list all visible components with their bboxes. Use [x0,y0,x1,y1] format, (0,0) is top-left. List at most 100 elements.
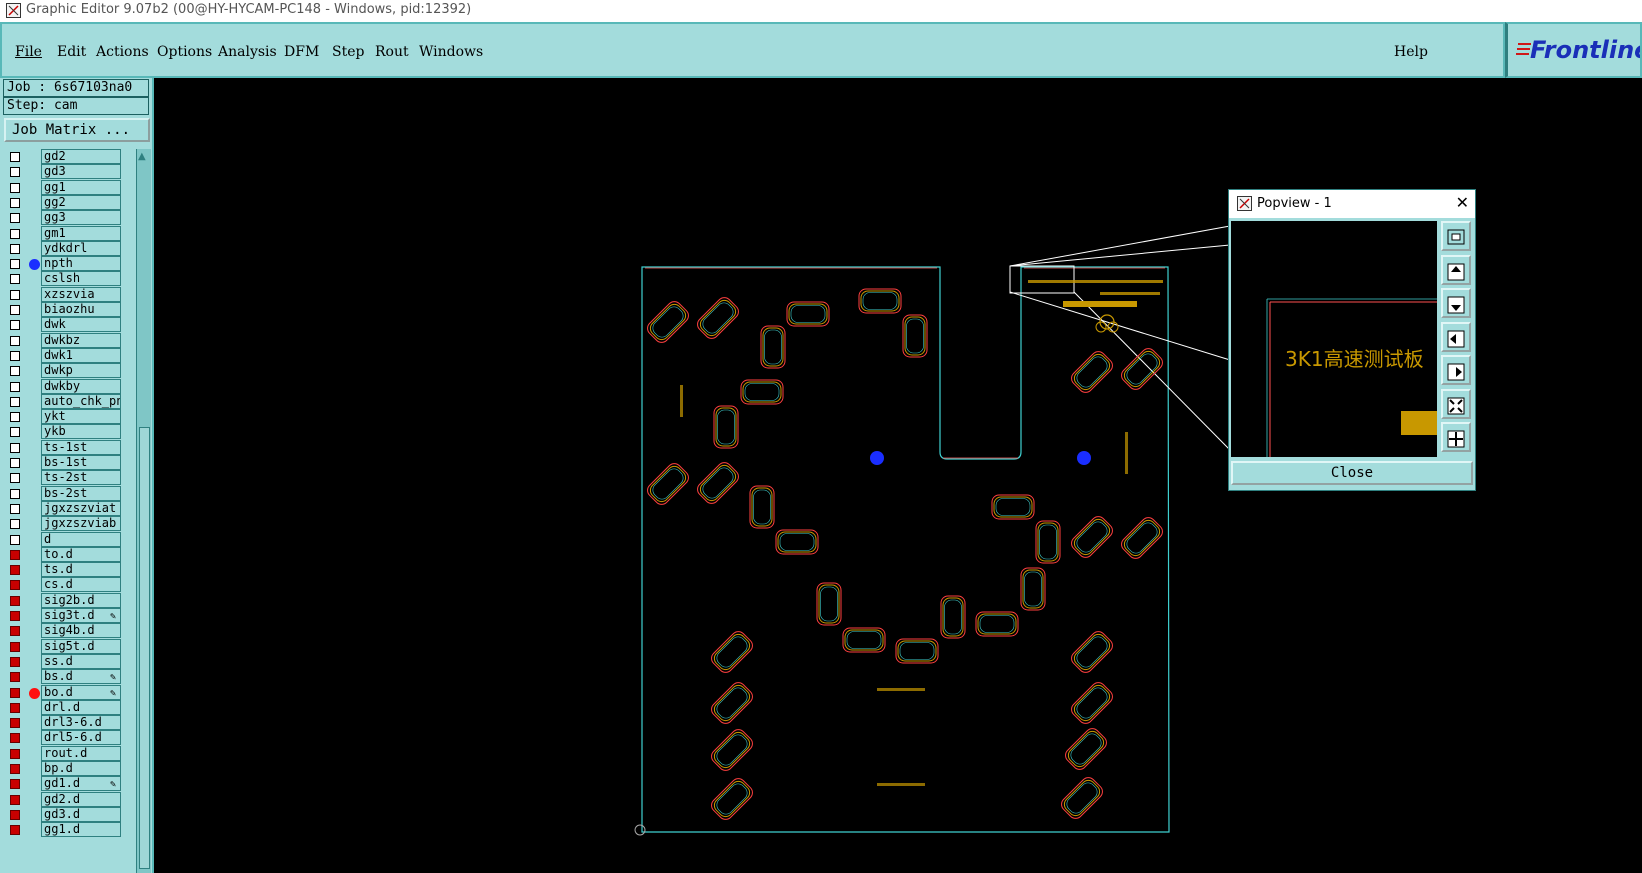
layer-checkbox[interactable] [10,381,20,392]
layer-name[interactable]: gd2 [41,149,121,164]
layer-checkbox[interactable] [10,243,20,254]
layer-row[interactable]: bs-1st [3,455,123,471]
popview-pan-down-button[interactable] [1441,288,1471,318]
layer-name[interactable]: gd1.d ✎ [41,776,121,792]
layer-row[interactable]: sig3t.d ✎ [3,608,123,624]
layer-checkbox[interactable] [10,213,20,224]
layer-checkbox[interactable] [10,182,20,193]
layer-row[interactable]: dwkbz [3,332,123,349]
layer-name[interactable]: drl3-6.d [41,715,121,731]
menu-help[interactable]: Help [1394,44,1428,60]
layer-name[interactable]: ss.d [41,653,121,669]
layer-checkbox[interactable] [10,305,20,315]
layer-name[interactable]: dwkby [41,378,121,394]
layer-row[interactable]: dwk [3,317,123,333]
layer-name[interactable]: drl.d [41,699,121,715]
layer-row[interactable]: dwkby [3,378,123,395]
layer-checkbox[interactable] [10,641,20,652]
layer-name[interactable]: npth [41,256,121,272]
layer-list-scrollbar[interactable]: ▲ [136,149,151,873]
layer-row[interactable]: ts-1st [3,439,123,456]
layer-checkbox[interactable] [10,335,20,346]
popview-fit-button[interactable] [1441,221,1471,251]
layer-checkbox[interactable] [10,672,20,683]
layer-checkbox[interactable] [10,197,20,208]
layer-row[interactable]: drl.d [3,699,123,716]
layer-name[interactable]: biaozhu [41,302,121,317]
layer-name[interactable]: gm1 [41,225,121,241]
layer-checkbox[interactable] [10,473,20,484]
layer-checkbox[interactable] [10,702,20,713]
layer-name[interactable]: auto_chk_pnl [41,393,121,409]
layer-name[interactable]: jgxzszviab [41,516,121,532]
layer-row[interactable]: ts.d [3,562,123,578]
menu-options[interactable]: Options [157,44,212,60]
layer-row[interactable]: drl3-6.d [3,715,123,731]
scrollbar-thumb[interactable] [139,427,150,869]
layer-checkbox[interactable] [10,167,20,178]
layer-name[interactable]: d [41,531,121,547]
layer-row[interactable]: gg1.d [3,822,123,838]
layer-checkbox[interactable] [10,733,20,744]
popview-zoom-view[interactable]: 3K1高速测试板 [1231,221,1437,457]
layer-checkbox[interactable] [10,549,20,560]
layer-name[interactable]: sig3t.d ✎ [41,608,121,623]
layer-checkbox[interactable] [10,656,20,667]
layer-checkbox[interactable] [10,580,20,591]
layer-name[interactable]: jgxzszviat [41,500,121,516]
layer-row[interactable]: ykt [3,409,123,425]
menu-windows[interactable]: Windows [419,44,483,60]
layer-checkbox[interactable] [10,565,20,576]
layer-row[interactable]: d [3,531,123,548]
layer-checkbox[interactable] [10,488,20,499]
layer-row[interactable]: bo.d ✎ [3,684,123,701]
layer-name[interactable]: dwk [41,317,121,333]
layer-checkbox[interactable] [10,519,20,530]
layer-name[interactable]: cs.d [41,577,121,593]
layer-checkbox[interactable] [10,289,20,300]
layer-checkbox[interactable] [10,152,20,162]
popview-close-button[interactable]: Close [1231,461,1473,485]
layer-name[interactable]: drl5-6.d [41,730,121,746]
layer-name[interactable]: gd2.d [41,791,121,807]
layer-name[interactable]: bs.d ✎ [41,669,121,685]
layer-name[interactable]: sig5t.d [41,638,121,654]
popview-pan-right-button[interactable] [1441,355,1471,385]
layer-name[interactable]: dwkp [41,363,121,379]
scroll-up-icon[interactable]: ▲ [138,151,146,162]
job-matrix-button[interactable]: Job Matrix ... [4,118,150,142]
layer-checkbox[interactable] [10,350,20,361]
layer-checkbox[interactable] [10,259,20,270]
menu-actions[interactable]: Actions [96,44,149,60]
layer-name[interactable]: xzszvia [41,286,121,302]
layer-name[interactable]: ykt [41,409,121,425]
layer-row[interactable]: ydkdrl [3,240,123,257]
layer-name[interactable]: rout.d [41,745,121,761]
layer-checkbox[interactable] [10,366,20,377]
layer-name[interactable]: cslsh [41,271,121,287]
layer-checkbox[interactable] [10,825,20,836]
layer-checkbox[interactable] [10,442,20,453]
layer-row[interactable]: bs-2st [3,485,123,502]
layer-name[interactable]: gg1.d [41,822,121,838]
layer-row[interactable]: ss.d [3,653,123,670]
layer-checkbox[interactable] [10,626,20,637]
layer-row[interactable]: gm1 [3,225,123,242]
layer-row[interactable]: gg1 [3,179,123,196]
layer-checkbox[interactable] [10,611,20,621]
menu-edit[interactable]: Edit [57,44,86,60]
layer-name[interactable]: ts-1st [41,439,121,455]
menu-rout[interactable]: Rout [375,44,409,60]
layer-row[interactable]: rout.d [3,745,123,762]
layer-name[interactable]: ydkdrl [41,240,121,256]
layer-row[interactable]: sig5t.d [3,638,123,655]
layer-name[interactable]: bs-2st [41,485,121,501]
layer-row[interactable]: biaozhu [3,302,123,318]
layer-name[interactable]: bp.d [41,761,121,776]
layer-checkbox[interactable] [10,764,20,774]
layer-name[interactable]: gg1 [41,179,121,195]
layer-checkbox[interactable] [10,687,20,698]
layer-name[interactable]: sig4b.d [41,623,121,639]
layer-row[interactable]: gg3 [3,210,123,226]
layer-checkbox[interactable] [10,412,20,423]
